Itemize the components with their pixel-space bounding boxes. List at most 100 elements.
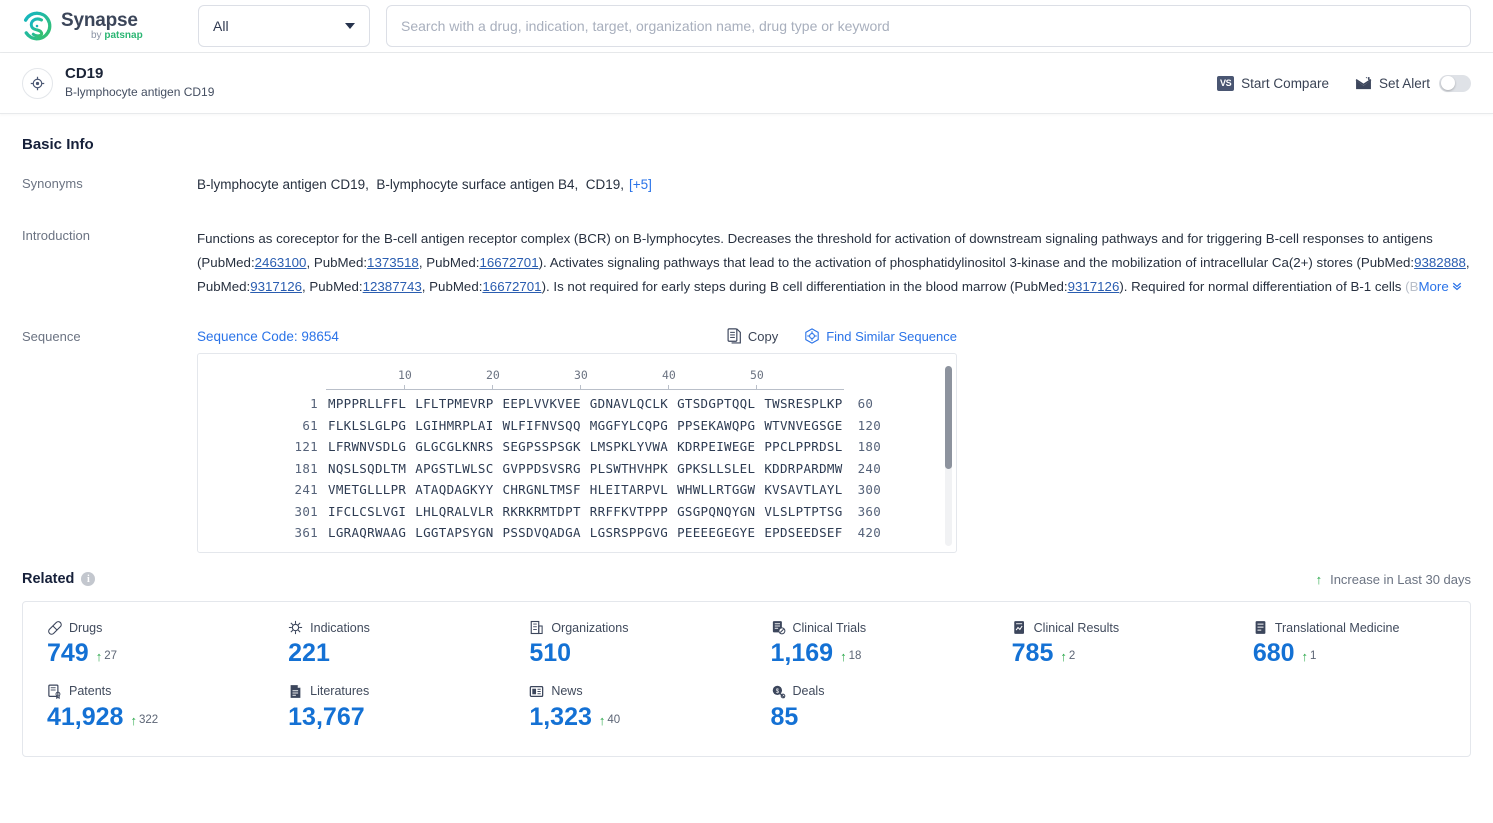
brand-logo[interactable]: Synapse by patsnap	[22, 11, 174, 41]
pubmed-link[interactable]: 9317126	[250, 279, 302, 294]
intro-seg: ). Required for normal differentiation o…	[1119, 278, 1406, 294]
synonyms-label: Synonyms	[22, 176, 83, 191]
up-arrow-icon: ↑	[598, 712, 606, 728]
copy-sequence-button[interactable]: Copy	[727, 328, 778, 344]
sequence-rows: 1 MPPPRLLFFL LFLTPMEVRP EEPLVVKVEE GDNAVLQC…	[198, 396, 956, 547]
pubmed-link[interactable]: 16672701	[479, 255, 538, 270]
seq-residues: LGRAQRWAAG LGGTAPSYGN PSSDVQADGA LGSRSPPGVG…	[328, 525, 843, 541]
introduction-label: Introduction	[22, 228, 90, 244]
copy-icon	[727, 328, 741, 344]
clinical-result-icon	[1013, 621, 1024, 635]
search-scope-select[interactable]: All	[198, 5, 370, 47]
synonyms-list: B-lymphocyte antigen CD19, B-lymphocyte …	[197, 177, 625, 192]
pubmed-link[interactable]: 9382888	[1414, 255, 1466, 270]
start-compare-label: Start Compare	[1241, 75, 1329, 91]
stat-value: 85	[770, 702, 799, 731]
sequence-line: 181 NQSLSQDLTM APGSTLWLSC GVPPDSVSRG PLSWTH…	[198, 461, 956, 483]
ruler-tick: 30	[574, 368, 588, 383]
stat-translational-medicine[interactable]: Translational Medicine 680 ↑ 1	[1229, 620, 1470, 668]
increase-legend-label: Increase in Last 30 days	[1330, 571, 1471, 587]
stat-organizations[interactable]: Organizations 510	[505, 620, 746, 668]
introduction-row: Introduction Functions as coreceptor for…	[22, 227, 1471, 298]
find-similar-sequence-button[interactable]: Find Similar Sequence	[804, 328, 957, 344]
pubmed-link[interactable]: 12387743	[363, 279, 422, 294]
stat-drugs[interactable]: Drugs 749 ↑ 27	[23, 620, 264, 668]
alert-envelope-icon	[1355, 76, 1372, 89]
sequence-line: 121 LFRWNVSDLG GLGCGLKNRS SEGPSSPSGK LMSPKL…	[198, 439, 956, 461]
stat-delta: ↑ 2	[1060, 650, 1075, 663]
pubmed-link[interactable]: 2463100	[255, 255, 307, 270]
patent-icon	[48, 684, 61, 699]
synapse-circle-logo-icon	[22, 11, 52, 41]
sequence-line: 241 VMETGLLLPR ATAQDAGKYY CHRGNLTMSF HLEITA…	[198, 482, 956, 504]
sequence-line: 361 LGRAQRWAAG LGGTAPSYGN PSSDVQADGA LGSRSP…	[198, 525, 956, 547]
set-alert-label: Set Alert	[1378, 75, 1430, 91]
related-title: Related	[22, 571, 75, 588]
sequence-scrollbar-thumb[interactable]	[945, 366, 952, 470]
seq-end-index: 120	[857, 417, 882, 433]
pill-icon	[48, 621, 62, 635]
stat-deals[interactable]: $ Deals 85	[747, 684, 988, 732]
introduction-more-link[interactable]: More	[1418, 279, 1462, 294]
stat-value: 41,928	[47, 702, 124, 731]
search-input[interactable]	[401, 18, 1456, 34]
stat-patents[interactable]: Patents 41,928 ↑ 322	[23, 684, 264, 732]
sequence-scrollbar[interactable]	[945, 366, 952, 547]
up-arrow-icon: ↑	[1060, 649, 1067, 665]
stat-value: 1,169	[770, 639, 834, 668]
seq-end-index: 60	[857, 396, 874, 412]
intro-seg: , PubMed:	[421, 278, 483, 294]
pubmed-link[interactable]: 1373518	[367, 255, 419, 270]
info-icon[interactable]: i	[81, 572, 96, 587]
stat-label: Literatures	[310, 684, 370, 699]
up-arrow-icon: ↑	[1315, 571, 1323, 587]
seq-end-index: 360	[857, 503, 882, 519]
target-crosshair-icon	[22, 67, 53, 99]
stat-value: 785	[1011, 639, 1054, 668]
copy-label: Copy	[747, 328, 779, 344]
ruler-tick: 20	[486, 368, 500, 383]
start-compare-button[interactable]: VS Start Compare	[1217, 75, 1329, 91]
sequence-code-link[interactable]: Sequence Code: 98654	[197, 329, 339, 344]
find-similar-label: Find Similar Sequence	[826, 328, 957, 344]
chevron-down-icon	[345, 23, 355, 29]
find-similar-icon	[805, 328, 819, 344]
sequence-tools: Copy Find Similar Sequence	[727, 328, 957, 344]
stat-news[interactable]: News 1,323 ↑ 40	[505, 684, 746, 732]
stat-delta: ↑ 40	[599, 714, 620, 727]
seq-end-index: 300	[857, 482, 882, 498]
stat-clinical-trials[interactable]: Clinical Trials 1,169 ↑ 18	[747, 620, 988, 668]
news-icon	[530, 685, 544, 697]
stat-label: News	[551, 684, 583, 699]
global-search-box[interactable]	[386, 5, 1471, 47]
stat-clinical-results[interactable]: Clinical Results 785 ↑ 2	[988, 620, 1229, 668]
entity-actions: VS Start Compare Set Alert	[1217, 74, 1471, 92]
stat-label: Deals	[792, 684, 825, 699]
stat-delta: ↑ 322	[130, 714, 158, 727]
synonyms-more-link[interactable]: [+5]	[629, 177, 652, 192]
seq-residues: NQSLSQDLTM APGSTLWLSC GVPPDSVSRG PLSWTHVHPK…	[328, 460, 843, 476]
set-alert-toggle[interactable]	[1439, 74, 1471, 92]
pubmed-link[interactable]: 9317126	[1068, 279, 1120, 294]
seq-residues: MPPPRLLFFL LFLTPMEVRP EEPLVVKVEE GDNAVLQCLK…	[328, 396, 843, 412]
seq-start-index: 361	[294, 525, 318, 541]
up-arrow-icon: ↑	[95, 649, 103, 665]
related-header: Related i ↑ Increase in Last 30 days	[22, 571, 1471, 587]
sequence-line: 61 FLKLSLGLPG LGIHMRPLAI WLFIFNVSQQ MGGFYLC…	[198, 418, 956, 440]
stat-value: 680	[1252, 639, 1295, 668]
synonym-item: B-lymphocyte antigen CD19	[197, 177, 366, 192]
seq-residues: FLKLSLGLPG LGIHMRPLAI WLFIFNVSQQ MGGFYLCQPG…	[328, 417, 843, 433]
sequence-viewer-panel[interactable]: 10 20 30 40 50 1 MPPPRLLFFL LFLTPMEVRP E…	[197, 353, 957, 554]
set-alert-control[interactable]: Set Alert	[1355, 74, 1471, 92]
related-stat-grid: Drugs 749 ↑ 27 Indications 221 Organizat…	[23, 620, 1470, 732]
stat-value: 510	[529, 639, 572, 668]
intro-seg: , PubMed:	[302, 278, 363, 294]
stat-delta-value: 2	[1068, 650, 1076, 663]
pubmed-link[interactable]: 16672701	[482, 279, 541, 294]
deal-icon: $	[772, 685, 785, 699]
synonyms-row: Synonyms B-lymphocyte antigen CD19, B-ly…	[22, 175, 1471, 195]
stat-label: Organizations	[551, 620, 629, 635]
stat-indications[interactable]: Indications 221	[264, 620, 505, 668]
seq-start-index: 121	[294, 439, 318, 455]
stat-literatures[interactable]: Literatures 13,767	[264, 684, 505, 732]
